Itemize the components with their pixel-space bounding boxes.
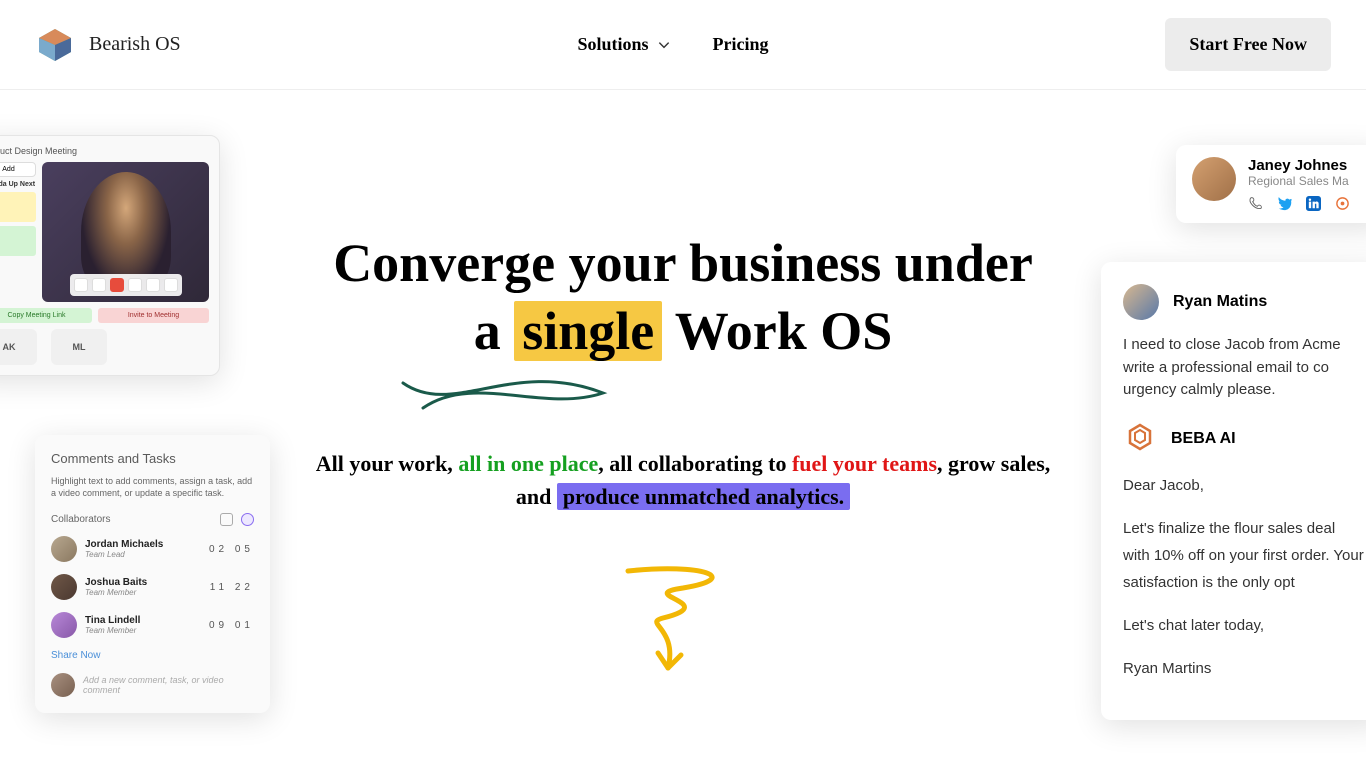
checkbox-icon[interactable] bbox=[220, 513, 233, 526]
copy-meeting-link-button[interactable]: Copy Meeting Link bbox=[0, 308, 92, 323]
scribble-underline-icon bbox=[393, 368, 613, 428]
sub-p2: , all collaborating to bbox=[598, 451, 792, 476]
avatar bbox=[1192, 157, 1236, 201]
chevron-down-icon bbox=[657, 38, 671, 52]
phone-icon[interactable] bbox=[1248, 196, 1263, 211]
sub-green: all in one place bbox=[458, 451, 598, 476]
record-icon[interactable] bbox=[146, 278, 160, 292]
video-preview bbox=[42, 162, 209, 302]
collaborator-role: Team Member bbox=[85, 588, 202, 597]
nav-pricing[interactable]: Pricing bbox=[713, 34, 769, 55]
contact-name: Janey Johnes bbox=[1248, 157, 1366, 174]
site-header: Bearish OS Solutions Pricing Start Free … bbox=[0, 0, 1366, 90]
ai-user-message: I need to close Jacob from Acme write a … bbox=[1123, 334, 1364, 402]
ai-reply-greeting: Dear Jacob, bbox=[1123, 472, 1364, 499]
avatar bbox=[51, 536, 77, 562]
collaborator-row: Jordan Michaels Team Lead 02 05 bbox=[51, 536, 254, 562]
ai-reply-body: Let's finalize the flour sales deal with… bbox=[1123, 515, 1364, 596]
nav-pricing-label: Pricing bbox=[713, 34, 769, 55]
twitter-icon[interactable] bbox=[1277, 196, 1292, 211]
collaborator-counts: 02 05 bbox=[209, 544, 254, 555]
app-icon[interactable] bbox=[1335, 196, 1350, 211]
participant-avatar[interactable]: ML bbox=[51, 329, 107, 365]
share-now-link[interactable]: Share Now bbox=[51, 650, 254, 661]
info-icon[interactable] bbox=[241, 513, 254, 526]
collaborator-counts: 11 22 bbox=[210, 582, 254, 593]
comments-title: Comments and Tasks bbox=[51, 451, 254, 466]
collaborator-row: Tina Lindell Team Member 09 01 bbox=[51, 612, 254, 638]
video-controls bbox=[70, 274, 182, 296]
hero-title-pre: a bbox=[474, 301, 515, 361]
hangup-icon[interactable] bbox=[110, 278, 124, 292]
collaborator-name: Joshua Baits bbox=[85, 577, 202, 588]
collaborator-name: Jordan Michaels bbox=[85, 539, 201, 550]
participant-avatar[interactable]: AK bbox=[0, 329, 37, 365]
avatar bbox=[51, 612, 77, 638]
meeting-add-button[interactable]: Add bbox=[0, 162, 36, 177]
brand[interactable]: Bearish OS bbox=[35, 25, 181, 65]
collaborator-role: Team Member bbox=[85, 626, 201, 635]
avatar bbox=[51, 574, 77, 600]
ai-chat-card: Ryan Matins I need to close Jacob from A… bbox=[1101, 262, 1366, 720]
beba-ai-icon bbox=[1123, 422, 1157, 456]
hero-subtitle: All your work, all in one place, all col… bbox=[303, 447, 1063, 513]
sub-black: grow sales bbox=[948, 451, 1045, 476]
meeting-card: Product Design Meeting Add Agenda Up Nex… bbox=[0, 135, 220, 376]
more-icon[interactable] bbox=[164, 278, 178, 292]
brand-name: Bearish OS bbox=[89, 33, 181, 56]
hero-title-highlight: single bbox=[514, 301, 662, 361]
hero-title-line1: Converge your business under bbox=[333, 233, 1033, 293]
agenda-label: Agenda Up Next bbox=[0, 181, 36, 188]
sub-red: fuel your teams bbox=[792, 451, 937, 476]
add-comment-input[interactable]: Add a new comment, task, or video commen… bbox=[83, 675, 254, 695]
collaborator-role: Team Lead bbox=[85, 550, 201, 559]
ai-reply-closing: Let's chat later today, bbox=[1123, 612, 1364, 639]
sub-comma: , bbox=[937, 451, 948, 476]
share-icon[interactable] bbox=[128, 278, 142, 292]
hero-title: Converge your business under a single Wo… bbox=[308, 230, 1058, 365]
contact-card: Janey Johnes Regional Sales Ma bbox=[1176, 145, 1366, 223]
contact-role: Regional Sales Ma bbox=[1248, 174, 1366, 188]
ai-reply-signature: Ryan Martins bbox=[1123, 655, 1364, 682]
collaborator-row: Joshua Baits Team Member 11 22 bbox=[51, 574, 254, 600]
sticky-note-yellow[interactable] bbox=[0, 192, 36, 222]
camera-icon[interactable] bbox=[92, 278, 106, 292]
start-free-button[interactable]: Start Free Now bbox=[1165, 18, 1331, 71]
sub-p1: All your work, bbox=[316, 451, 459, 476]
avatar bbox=[1123, 284, 1159, 320]
nav-solutions-label: Solutions bbox=[578, 34, 649, 55]
collaborator-counts: 09 01 bbox=[209, 620, 254, 631]
collaborator-name: Tina Lindell bbox=[85, 615, 201, 626]
ai-user-name: Ryan Matins bbox=[1173, 293, 1267, 311]
hero-title-post: Work OS bbox=[662, 301, 892, 361]
comments-card: Comments and Tasks Highlight text to add… bbox=[35, 435, 270, 713]
sub-purple: produce unmatched analytics. bbox=[557, 483, 850, 510]
avatar bbox=[51, 673, 75, 697]
comments-hint: Highlight text to add comments, assign a… bbox=[51, 476, 254, 499]
linkedin-icon[interactable] bbox=[1306, 196, 1321, 211]
invite-meeting-button[interactable]: Invite to Meeting bbox=[98, 308, 209, 323]
arrow-squiggle-icon bbox=[613, 553, 753, 693]
main-nav: Solutions Pricing bbox=[578, 34, 769, 55]
nav-solutions[interactable]: Solutions bbox=[578, 34, 671, 55]
ai-bot-name: BEBA AI bbox=[1171, 430, 1236, 448]
ai-reply: Dear Jacob, Let's finalize the flour sal… bbox=[1123, 472, 1364, 682]
mic-icon[interactable] bbox=[74, 278, 88, 292]
collaborators-label: Collaborators bbox=[51, 514, 110, 525]
logo-icon bbox=[35, 25, 75, 65]
meeting-title: Product Design Meeting bbox=[0, 146, 209, 156]
sticky-note-green[interactable] bbox=[0, 226, 36, 256]
